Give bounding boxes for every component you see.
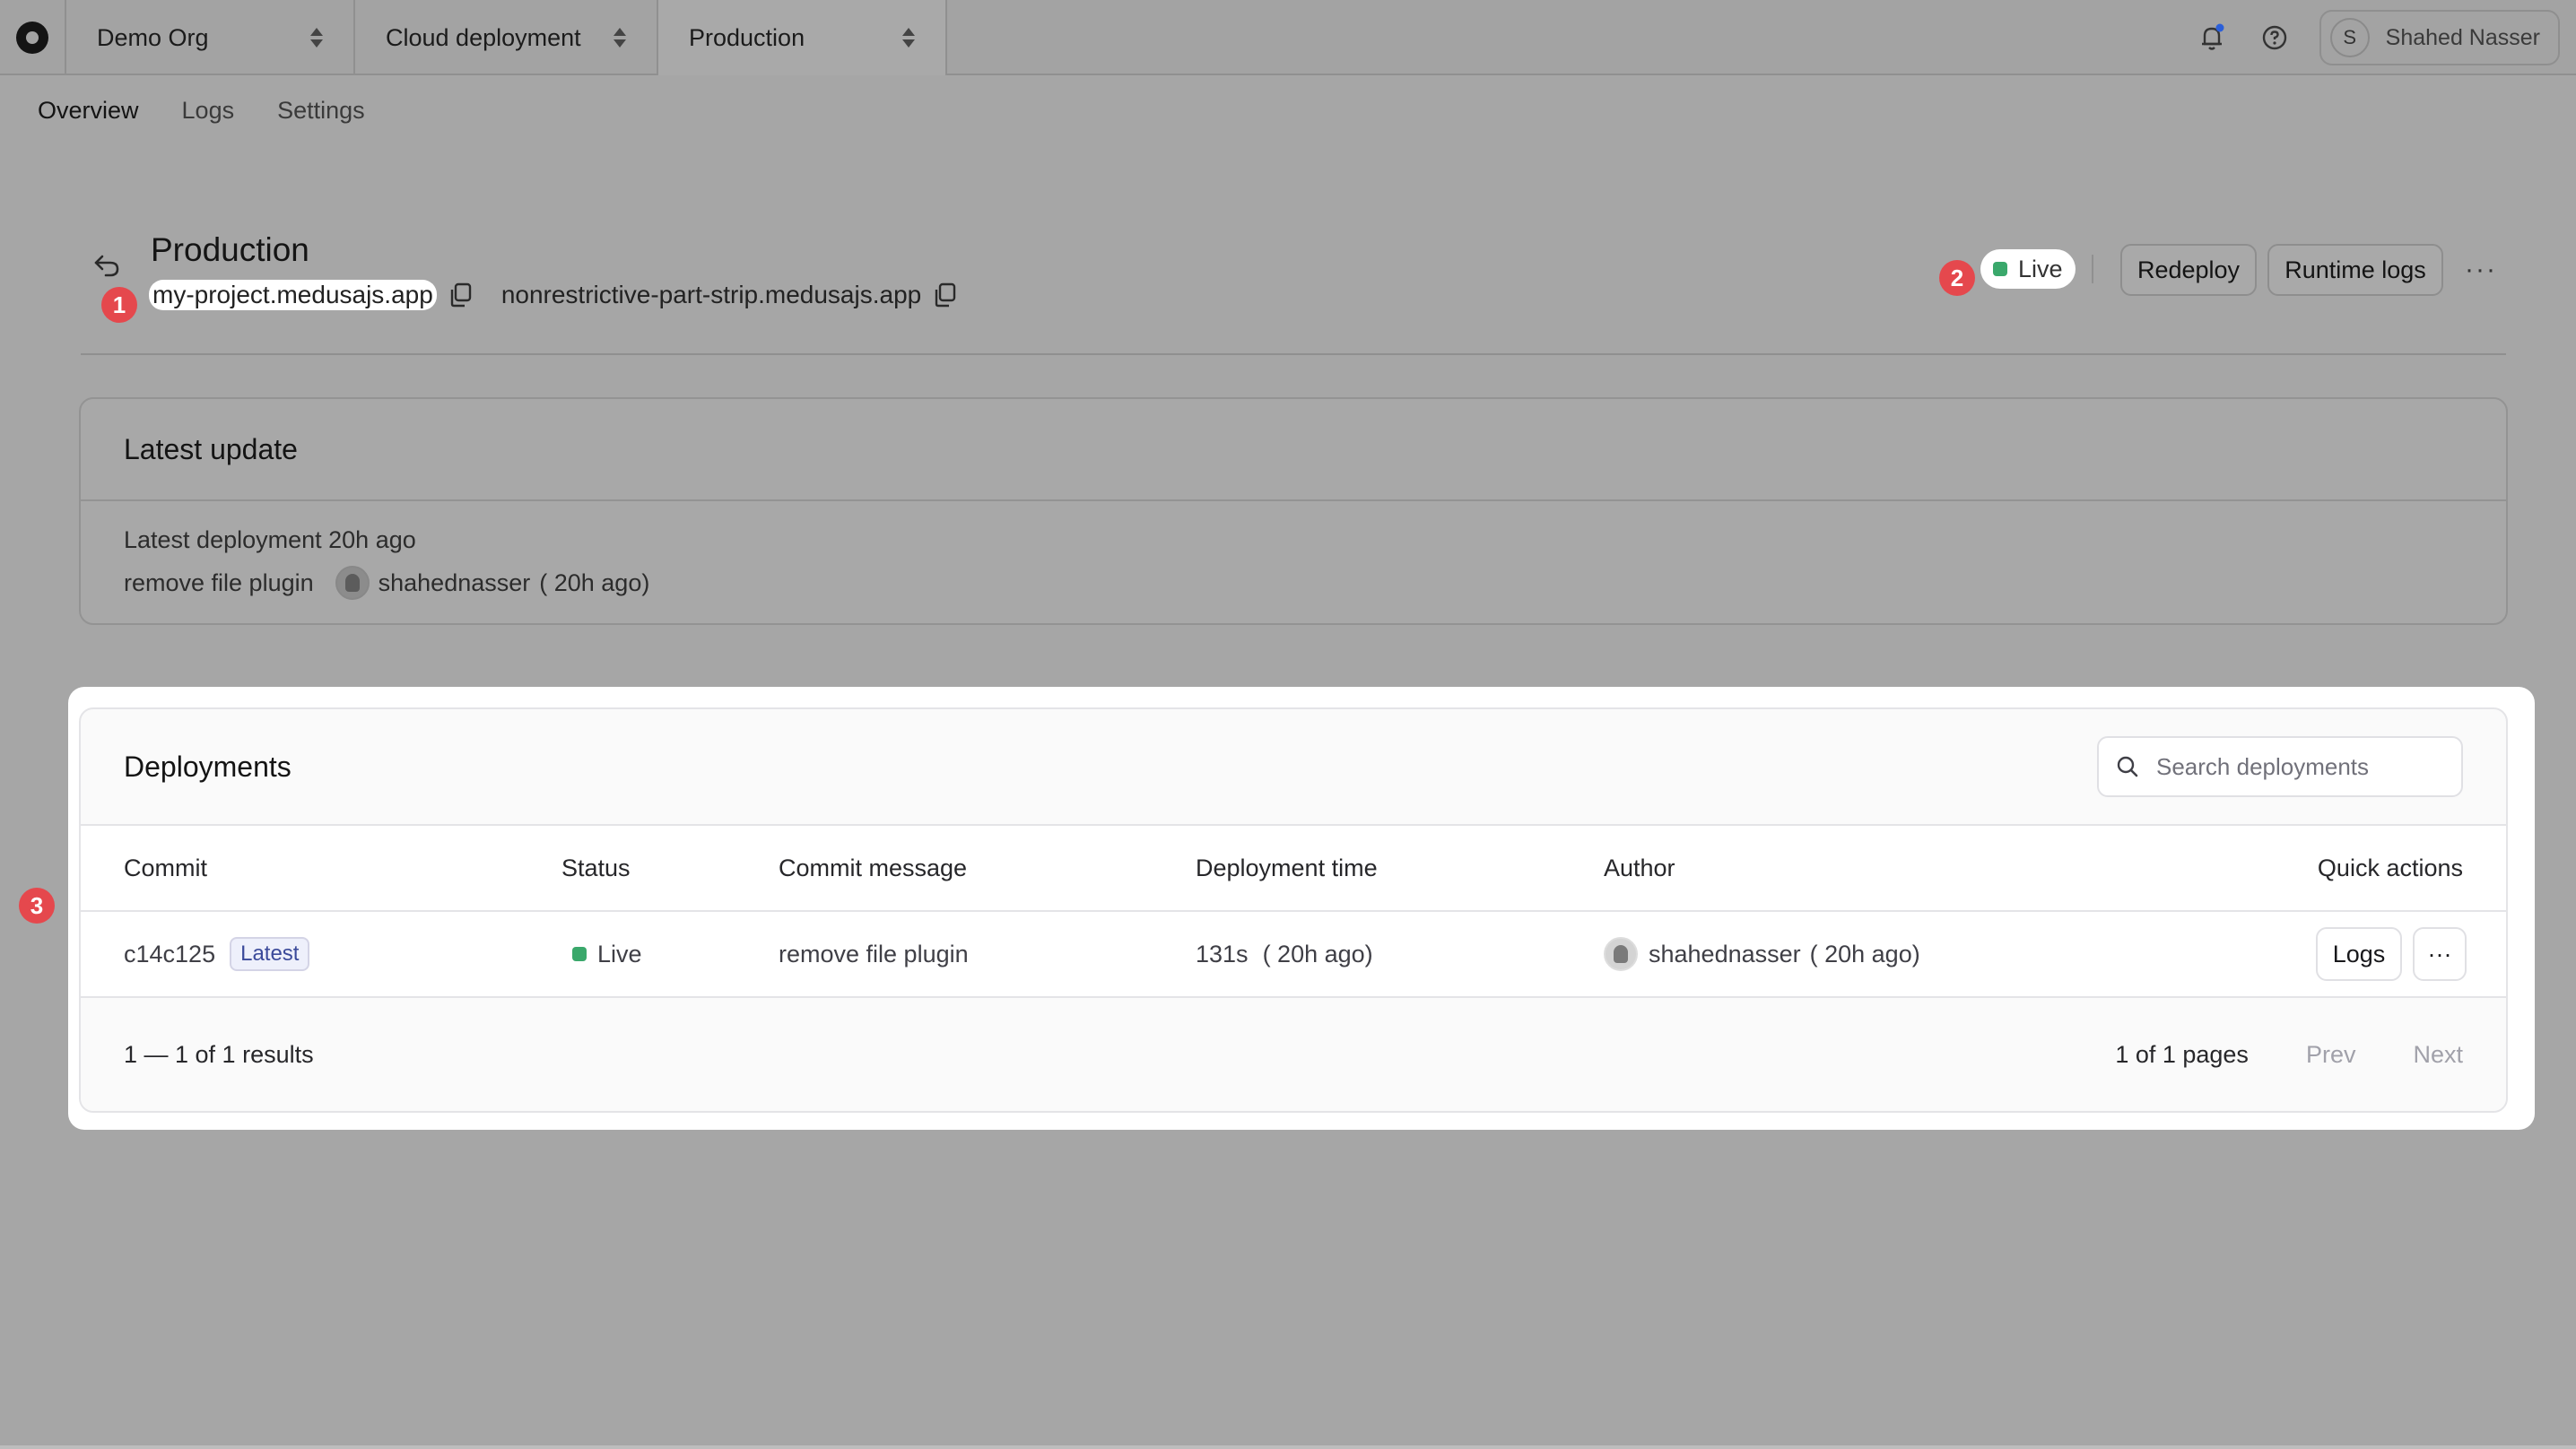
page-title: Production — [151, 231, 309, 268]
copy-icon[interactable] — [448, 281, 474, 309]
logo-cell[interactable] — [0, 0, 66, 75]
logs-button[interactable]: Logs — [2316, 927, 2402, 981]
deployments-title: Deployments — [124, 750, 292, 783]
user-menu-button[interactable]: S Shahed Nasser — [2319, 10, 2560, 65]
column-deployment-time[interactable]: Deployment time — [1196, 855, 1378, 882]
column-status[interactable]: Status — [561, 855, 631, 882]
tab-overview[interactable]: Overview — [38, 97, 139, 125]
row-author-time: ( 20h ago) — [1809, 940, 1920, 967]
annotation-marker-1: 1 — [101, 287, 137, 323]
tab-bar: Overview Logs Settings — [38, 97, 365, 125]
latest-update-card: Latest update Latest deployment 20h ago … — [79, 397, 2508, 625]
next-button[interactable]: Next — [2413, 1041, 2463, 1069]
commit-hash: c14c125 — [124, 940, 216, 967]
pagination: 1 of 1 pages Prev Next — [2115, 1041, 2463, 1069]
org-switcher[interactable]: Demo Org — [66, 0, 355, 75]
secondary-url-link[interactable]: nonrestrictive-part-strip.medusajs.app — [501, 281, 921, 309]
deployment-time-ago: ( 20h ago) — [1262, 940, 1373, 967]
chevron-updown-icon — [310, 28, 323, 48]
runtime-logs-button[interactable]: Runtime logs — [2267, 244, 2443, 296]
table-footer: 1 — 1 of 1 results 1 of 1 pages Prev Nex… — [81, 998, 2506, 1111]
medusa-logo-icon — [16, 22, 48, 54]
chevron-updown-icon — [902, 28, 915, 48]
environment-name: Production — [689, 23, 805, 51]
annotation-marker-2: 2 — [1939, 260, 1975, 296]
avatar — [335, 566, 370, 600]
more-options-icon[interactable]: ··· — [2465, 255, 2497, 285]
deployments-card: Deployments Commit Status Commit message… — [79, 707, 2508, 1113]
live-status-dot-icon — [1993, 262, 2007, 276]
help-icon[interactable] — [2257, 20, 2293, 56]
author-name: shahednasser — [378, 568, 531, 596]
column-quick-actions: Quick actions — [2317, 854, 2463, 881]
annotation-marker-3: 3 — [19, 888, 55, 924]
latest-badge: Latest — [230, 937, 310, 971]
column-commit[interactable]: Commit — [124, 855, 207, 882]
org-name: Demo Org — [97, 23, 209, 51]
top-bar: Demo Org Cloud deployment Production S S… — [0, 0, 2576, 75]
divider — [81, 353, 2506, 355]
status-badge: Live — [1980, 249, 2076, 289]
commit-message-cell: remove file plugin — [779, 940, 969, 967]
environment-switcher[interactable]: Production — [658, 0, 947, 75]
deployments-header: Deployments — [81, 709, 2506, 826]
bell-icon[interactable] — [2194, 20, 2230, 56]
results-count: 1 — 1 of 1 results — [124, 1040, 314, 1068]
column-author[interactable]: Author — [1604, 855, 1675, 882]
project-name: Cloud deployment — [386, 23, 581, 51]
page-count: 1 of 1 pages — [2115, 1040, 2249, 1068]
author-cell: shahednasser ( 20h ago) — [1604, 937, 1920, 971]
prev-button[interactable]: Prev — [2306, 1041, 2356, 1069]
search-input[interactable] — [2156, 752, 2443, 781]
latest-commit-line: remove file plugin shahednasser ( 20h ag… — [124, 566, 649, 600]
quick-actions-cell: Logs ··· — [2316, 927, 2467, 981]
primary-url-link[interactable]: my-project.medusajs.app — [149, 280, 437, 310]
deployment-time-cell: 131s ( 20h ago) — [1196, 941, 1373, 968]
project-switcher[interactable]: Cloud deployment — [355, 0, 658, 75]
domain-list: my-project.medusajs.app nonrestrictive-p… — [149, 280, 959, 310]
commit-cell: c14c125 Latest — [124, 937, 310, 971]
live-status-dot-icon — [572, 947, 587, 961]
author-time: ( 20h ago) — [539, 568, 650, 596]
status-cell: Live — [572, 941, 642, 968]
latest-update-title: Latest update — [81, 399, 2506, 501]
chevron-updown-icon — [614, 28, 626, 48]
back-icon[interactable] — [91, 253, 122, 284]
commit-message: remove file plugin — [124, 568, 314, 596]
top-right-actions: S Shahed Nasser — [2194, 0, 2560, 75]
search-icon — [2117, 756, 2138, 777]
avatar — [1604, 937, 1638, 971]
tab-settings[interactable]: Settings — [277, 97, 365, 125]
row-author: shahednasser — [1649, 940, 1801, 967]
copy-icon[interactable] — [932, 281, 959, 309]
redeploy-button[interactable]: Redeploy — [2120, 244, 2257, 296]
table-row[interactable]: c14c125 Latest Live remove file plugin 1… — [81, 912, 2506, 998]
column-commit-message[interactable]: Commit message — [779, 855, 967, 882]
avatar: S — [2329, 18, 2370, 57]
divider — [2092, 255, 2093, 283]
latest-deployment-text: Latest deployment 20h ago — [124, 526, 416, 553]
status-label: Live — [2018, 255, 2063, 282]
table-header: Commit Status Commit message Deployment … — [81, 826, 2506, 912]
row-more-options-icon[interactable]: ··· — [2413, 927, 2467, 981]
row-status: Live — [597, 940, 642, 967]
deployment-duration: 131s — [1196, 940, 1249, 967]
search-box[interactable] — [2097, 736, 2463, 797]
bottom-edge — [0, 1445, 2576, 1449]
user-name: Shahed Nasser — [2385, 24, 2540, 50]
tab-logs[interactable]: Logs — [182, 97, 235, 125]
